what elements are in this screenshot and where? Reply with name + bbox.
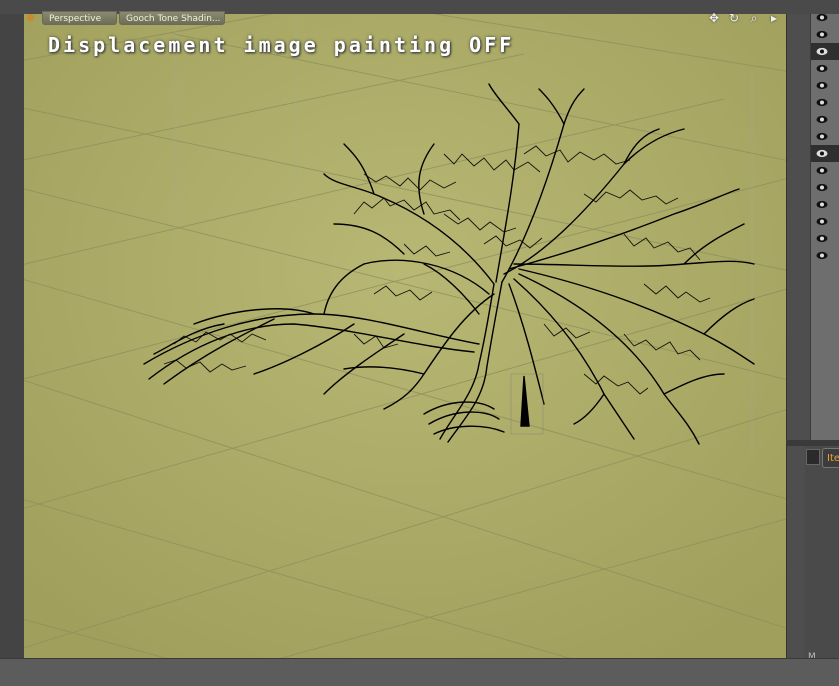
viewport-overlay-message: Displacement image painting OFF — [48, 33, 515, 57]
eye-icon — [816, 115, 828, 124]
move-view-icon[interactable]: ✥ — [706, 10, 722, 26]
3d-viewport[interactable] — [24, 14, 786, 658]
eye-icon — [816, 132, 828, 141]
panel-menu-corner[interactable] — [806, 449, 820, 465]
eye-icon — [816, 81, 828, 90]
viewport-active-indicator — [27, 14, 34, 21]
bottom-status-bar — [0, 658, 839, 686]
visibility-toggle-row[interactable] — [811, 145, 839, 162]
eye-icon — [816, 200, 828, 209]
visibility-toggle-row[interactable] — [811, 179, 839, 196]
eye-icon — [816, 149, 828, 158]
visibility-toggle-row[interactable] — [811, 9, 839, 26]
eye-icon — [816, 234, 828, 243]
visibility-toggle-row[interactable] — [811, 196, 839, 213]
view-mode-dropdown[interactable]: Perspective — [42, 11, 117, 25]
left-panel-edge — [0, 14, 24, 658]
eye-icon — [816, 30, 828, 39]
visibility-toggle-row[interactable] — [811, 162, 839, 179]
eye-icon — [816, 47, 828, 56]
visibility-toggle-row[interactable] — [811, 60, 839, 77]
visibility-toggle-row[interactable] — [811, 94, 839, 111]
visibility-toggle-row[interactable] — [811, 77, 839, 94]
visibility-toggle-row[interactable] — [811, 230, 839, 247]
visibility-toggle-row[interactable] — [811, 247, 839, 264]
tree-wireframe[interactable] — [24, 14, 786, 658]
visibility-toggle-row[interactable] — [811, 43, 839, 60]
zoom-view-icon[interactable]: ⌕ — [746, 10, 762, 26]
visibility-toggle-row[interactable] — [811, 111, 839, 128]
more-arrow-icon[interactable]: ▸ — [766, 10, 782, 26]
viewport-navigation-tools: ✥ ↻ ⌕ ▸ — [706, 10, 784, 26]
visibility-toggle-row[interactable] — [811, 213, 839, 230]
properties-panel — [805, 446, 839, 658]
eye-icon — [816, 166, 828, 175]
visibility-toggle-row[interactable] — [811, 128, 839, 145]
eye-icon — [816, 251, 828, 260]
visibility-column — [810, 13, 839, 440]
eye-icon — [816, 183, 828, 192]
rotate-view-icon[interactable]: ↻ — [726, 10, 742, 26]
shading-mode-dropdown[interactable]: Gooch Tone Shadin... — [119, 11, 225, 25]
visibility-toggle-row[interactable] — [811, 26, 839, 43]
eye-icon — [816, 98, 828, 107]
eye-icon — [816, 217, 828, 226]
eye-icon — [816, 13, 828, 22]
eye-icon — [816, 64, 828, 73]
tab-item[interactable]: Ite — [822, 448, 839, 468]
